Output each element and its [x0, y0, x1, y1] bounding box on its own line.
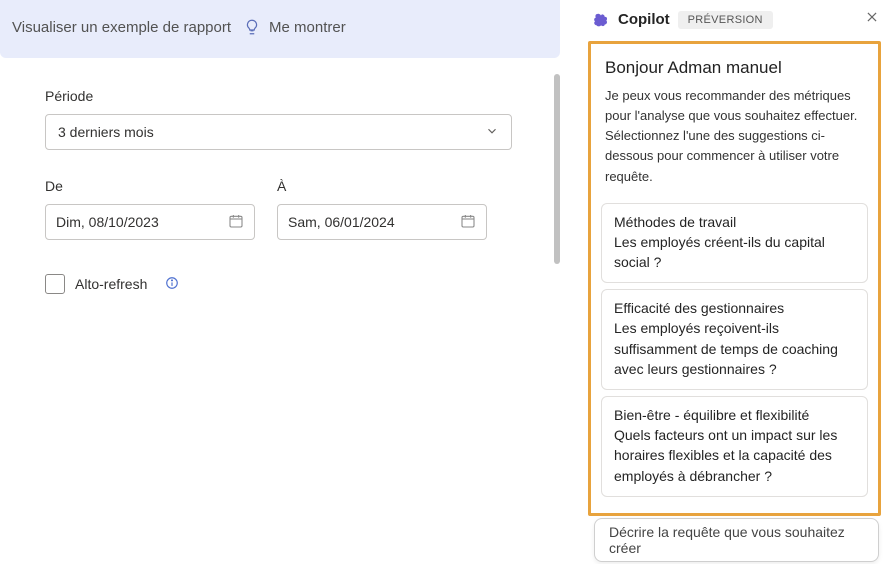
suggestion-body: Quels facteurs ont un impact sur les hor… [614, 425, 855, 486]
copilot-greeting: Bonjour Adman manuel [591, 54, 878, 86]
suggestion-card-wellbeing[interactable]: Bien-être - équilibre et flexibilité Que… [601, 396, 868, 497]
suggestions-highlight: Bonjour Adman manuel Je peux vous recomm… [588, 41, 881, 516]
suggestion-body: Les employés reçoivent-ils suffisamment … [614, 318, 855, 379]
copilot-panel: Copilot PRÉVERSION Bonjour Adman manuel … [580, 0, 891, 564]
suggestion-title: Efficacité des gestionnaires [614, 300, 855, 316]
prompt-placeholder: Décrire la requête que vous souhaitez cr… [609, 524, 864, 556]
calendar-icon [460, 213, 476, 232]
example-banner: Visualiser un exemple de rapport Me mont… [0, 0, 560, 58]
close-icon[interactable] [865, 10, 879, 29]
lightbulb-icon [243, 18, 261, 36]
preview-badge: PRÉVERSION [678, 11, 773, 29]
suggestion-body: Les employés créent-ils du capital socia… [614, 232, 855, 273]
calendar-icon [228, 213, 244, 232]
suggestion-title: Bien-être - équilibre et flexibilité [614, 407, 855, 423]
copilot-header: Copilot PRÉVERSION [580, 0, 891, 35]
copilot-icon [592, 11, 610, 29]
date-range-row: De Dim, 08/10/2023 À Sa [45, 178, 515, 240]
from-date-input[interactable]: Dim, 08/10/2023 [45, 204, 255, 240]
to-date-value: Sam, 06/01/2024 [288, 214, 395, 230]
copilot-intro: Je peux vous recommander des métriques p… [591, 86, 878, 197]
main-form-area: Visualiser un exemple de rapport Me mont… [0, 0, 560, 564]
example-report-link[interactable]: Visualiser un exemple de rapport [12, 19, 231, 36]
to-date-input[interactable]: Sam, 06/01/2024 [277, 204, 487, 240]
period-value: 3 derniers mois [58, 124, 154, 140]
suggestion-card-manager-effectiveness[interactable]: Efficacité des gestionnaires Les employé… [601, 289, 868, 390]
auto-refresh-row: Alto-refresh [45, 274, 515, 294]
from-label: De [45, 178, 255, 194]
chevron-down-icon [485, 124, 499, 141]
suggestion-card-work-methods[interactable]: Méthodes de travail Les employés créent-… [601, 203, 868, 284]
form-section: Période 3 derniers mois De Dim, 08/10/20… [0, 58, 560, 294]
auto-refresh-label: Alto-refresh [75, 276, 147, 292]
copilot-prompt-input[interactable]: Décrire la requête que vous souhaitez cr… [594, 518, 879, 562]
to-label: À [277, 178, 487, 194]
info-icon[interactable] [165, 276, 179, 293]
from-date-value: Dim, 08/10/2023 [56, 214, 159, 230]
period-label: Période [45, 88, 515, 104]
copilot-title: Copilot [618, 11, 670, 28]
auto-refresh-checkbox[interactable] [45, 274, 65, 294]
period-select[interactable]: 3 derniers mois [45, 114, 512, 150]
show-me-link[interactable]: Me montrer [269, 19, 346, 36]
scrollbar[interactable] [554, 74, 560, 264]
suggestion-title: Méthodes de travail [614, 214, 855, 230]
